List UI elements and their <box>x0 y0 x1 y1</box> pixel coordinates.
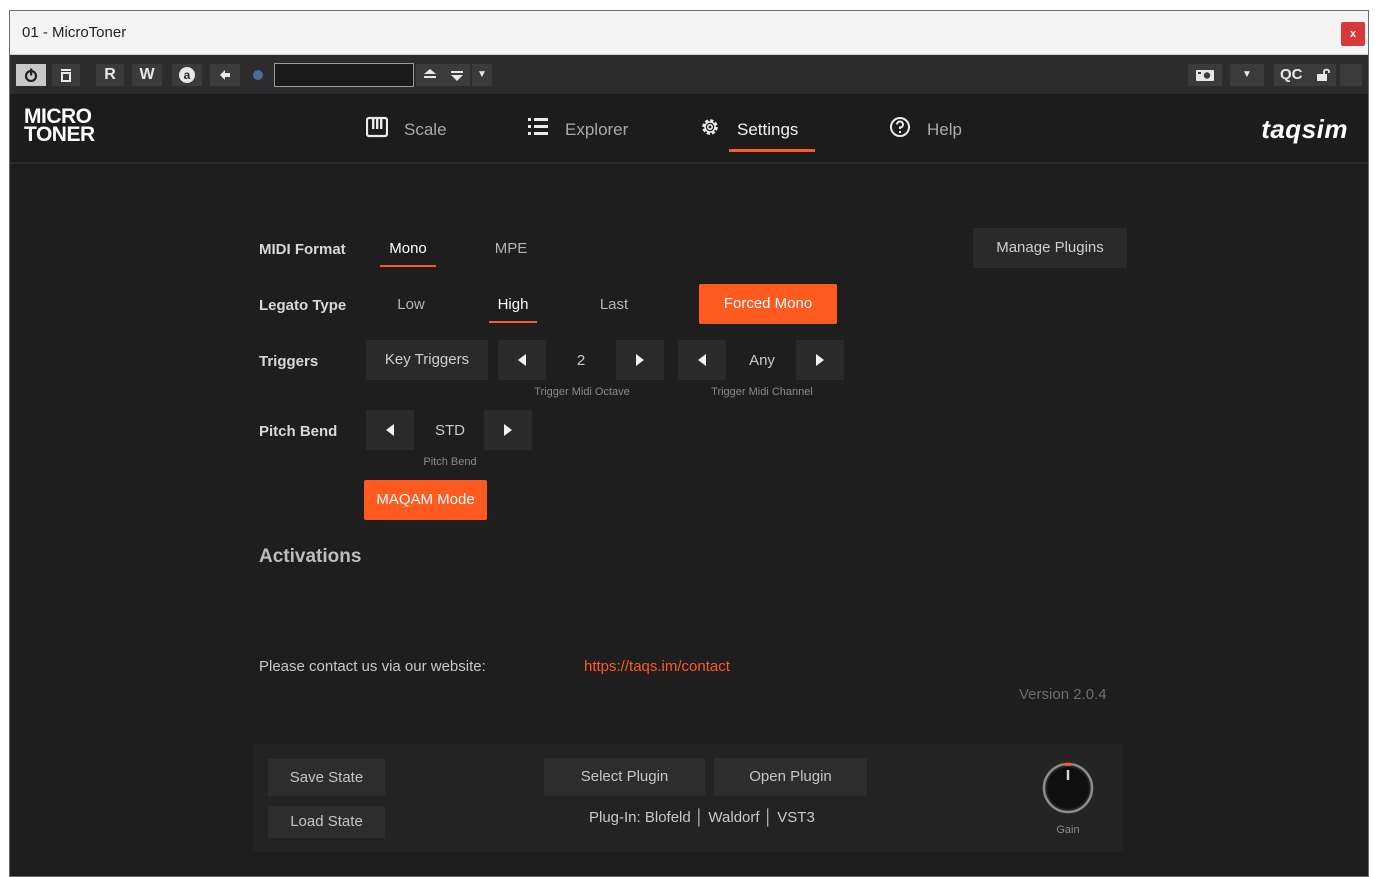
activations-heading: Activations <box>259 546 362 567</box>
triangle-left-icon <box>518 354 526 366</box>
bypass-icon <box>61 69 71 82</box>
midi-format-mono-label: Mono <box>389 240 427 257</box>
bypass-button[interactable] <box>52 64 80 86</box>
midi-format-mpe[interactable]: MPE <box>487 240 535 257</box>
qc-label: QC <box>1280 66 1303 83</box>
selected-underline <box>489 321 537 323</box>
qc-button[interactable]: QC <box>1274 64 1336 86</box>
triangle-right-icon <box>816 354 824 366</box>
host-toolbar: R W a ▼ ▼ QC <box>10 55 1368 94</box>
triangle-left-icon <box>698 354 706 366</box>
plugin-info: Plug-In: Blofeld │ Waldorf │ VST3 <box>589 809 815 826</box>
save-state-button[interactable]: Save State <box>268 759 385 796</box>
pitch-bend-decrease-button[interactable] <box>366 410 414 450</box>
settings-panel: MIDI Format Mono MPE Manage Plugins Lega… <box>10 164 1368 877</box>
preset-next-button[interactable] <box>444 64 470 86</box>
channel-value: Any <box>749 352 775 369</box>
microtoner-logo: MICRO TONER <box>24 106 95 146</box>
arrow-left-icon <box>220 70 230 80</box>
tab-scale-label: Scale <box>404 120 447 139</box>
down-arrow-icon <box>451 71 463 81</box>
open-plugin-button[interactable]: Open Plugin <box>714 758 867 796</box>
app-navbar: MICRO TONER Scale Explorer Settings Help… <box>10 94 1368 164</box>
gain-label: Gain <box>1056 824 1080 836</box>
octave-caption: Trigger Midi Octave <box>534 386 630 398</box>
instance-button[interactable]: a <box>172 64 202 86</box>
status-dot-icon <box>253 70 263 80</box>
read-automation-button[interactable]: R <box>96 64 124 86</box>
triggers-label: Triggers <box>259 353 319 370</box>
gear-icon <box>702 119 718 135</box>
gain-knob[interactable] <box>1041 761 1095 815</box>
side-chain-button[interactable] <box>210 64 240 86</box>
channel-increase-button[interactable] <box>796 340 844 380</box>
power-button[interactable] <box>16 64 46 86</box>
legato-high[interactable]: High <box>489 296 537 323</box>
channel-caption: Trigger Midi Channel <box>711 386 813 398</box>
triangle-right-icon <box>636 354 644 366</box>
version-label: Version 2.0.4 <box>1019 686 1107 703</box>
legato-type-label: Legato Type <box>259 297 347 314</box>
manage-plugins-button[interactable]: Manage Plugins <box>973 228 1127 268</box>
piano-keys-icon <box>366 116 388 138</box>
active-tab-underline <box>729 149 815 152</box>
channel-decrease-button[interactable] <box>678 340 726 380</box>
legato-last[interactable]: Last <box>591 296 637 313</box>
tab-settings-label: Settings <box>737 120 799 139</box>
preset-field[interactable] <box>274 63 414 87</box>
window-title: 01 - MicroToner <box>22 24 127 41</box>
select-plugin-button[interactable]: Select Plugin <box>544 758 705 796</box>
pitch-bend-caption: Pitch Bend <box>423 456 477 468</box>
contact-text: Please contact us via our website: <box>259 658 486 675</box>
pitch-bend-value: STD <box>435 422 465 439</box>
window-titlebar: 01 - MicroToner x <box>10 11 1368 55</box>
pitch-bend-increase-button[interactable] <box>484 410 532 450</box>
pitch-bend-label: Pitch Bend <box>259 423 338 440</box>
triangle-left-icon <box>386 424 394 436</box>
midi-format-mono[interactable]: Mono <box>380 240 436 267</box>
options-dropdown[interactable]: ▼ <box>1230 64 1264 86</box>
power-icon <box>24 68 38 83</box>
snapshot-button[interactable] <box>1188 64 1222 86</box>
instance-a-icon: a <box>179 67 195 83</box>
legato-high-label: High <box>497 296 529 313</box>
contact-link[interactable]: https://taqs.im/contact <box>584 658 730 675</box>
load-state-button[interactable]: Load State <box>268 806 385 838</box>
up-down-arrows-icon <box>424 69 436 78</box>
selected-underline <box>380 265 436 267</box>
help-circle-icon <box>890 117 910 137</box>
key-triggers-button[interactable]: Key Triggers <box>366 340 488 380</box>
unlock-icon <box>1317 68 1330 81</box>
tab-explorer-label: Explorer <box>565 120 629 139</box>
maqam-mode-button[interactable]: MAQAM Mode <box>364 480 487 520</box>
write-automation-button[interactable]: W <box>132 64 162 86</box>
preset-prev-button[interactable] <box>416 64 444 86</box>
octave-value: 2 <box>576 352 586 369</box>
list-icon <box>528 118 548 135</box>
plugin-footer: Save State Load State Select Plugin Open… <box>253 744 1123 852</box>
midi-format-label: MIDI Format <box>259 241 346 258</box>
octave-decrease-button[interactable] <box>498 340 546 380</box>
tab-help-label: Help <box>927 120 962 139</box>
preset-menu-button[interactable]: ▼ <box>472 64 492 86</box>
logo-line2: TONER <box>24 123 95 146</box>
taqsim-logo: taqsim <box>1261 114 1348 144</box>
forced-mono-button[interactable]: Forced Mono <box>699 284 837 324</box>
camera-icon <box>1196 70 1214 81</box>
qc-toggle[interactable] <box>1340 64 1362 86</box>
legato-low[interactable]: Low <box>388 296 434 313</box>
close-button[interactable]: x <box>1341 22 1365 46</box>
plugin-window: 01 - MicroToner x R W a ▼ ▼ QC MICRO TON… <box>9 10 1369 877</box>
triangle-right-icon <box>504 424 512 436</box>
octave-increase-button[interactable] <box>616 340 664 380</box>
